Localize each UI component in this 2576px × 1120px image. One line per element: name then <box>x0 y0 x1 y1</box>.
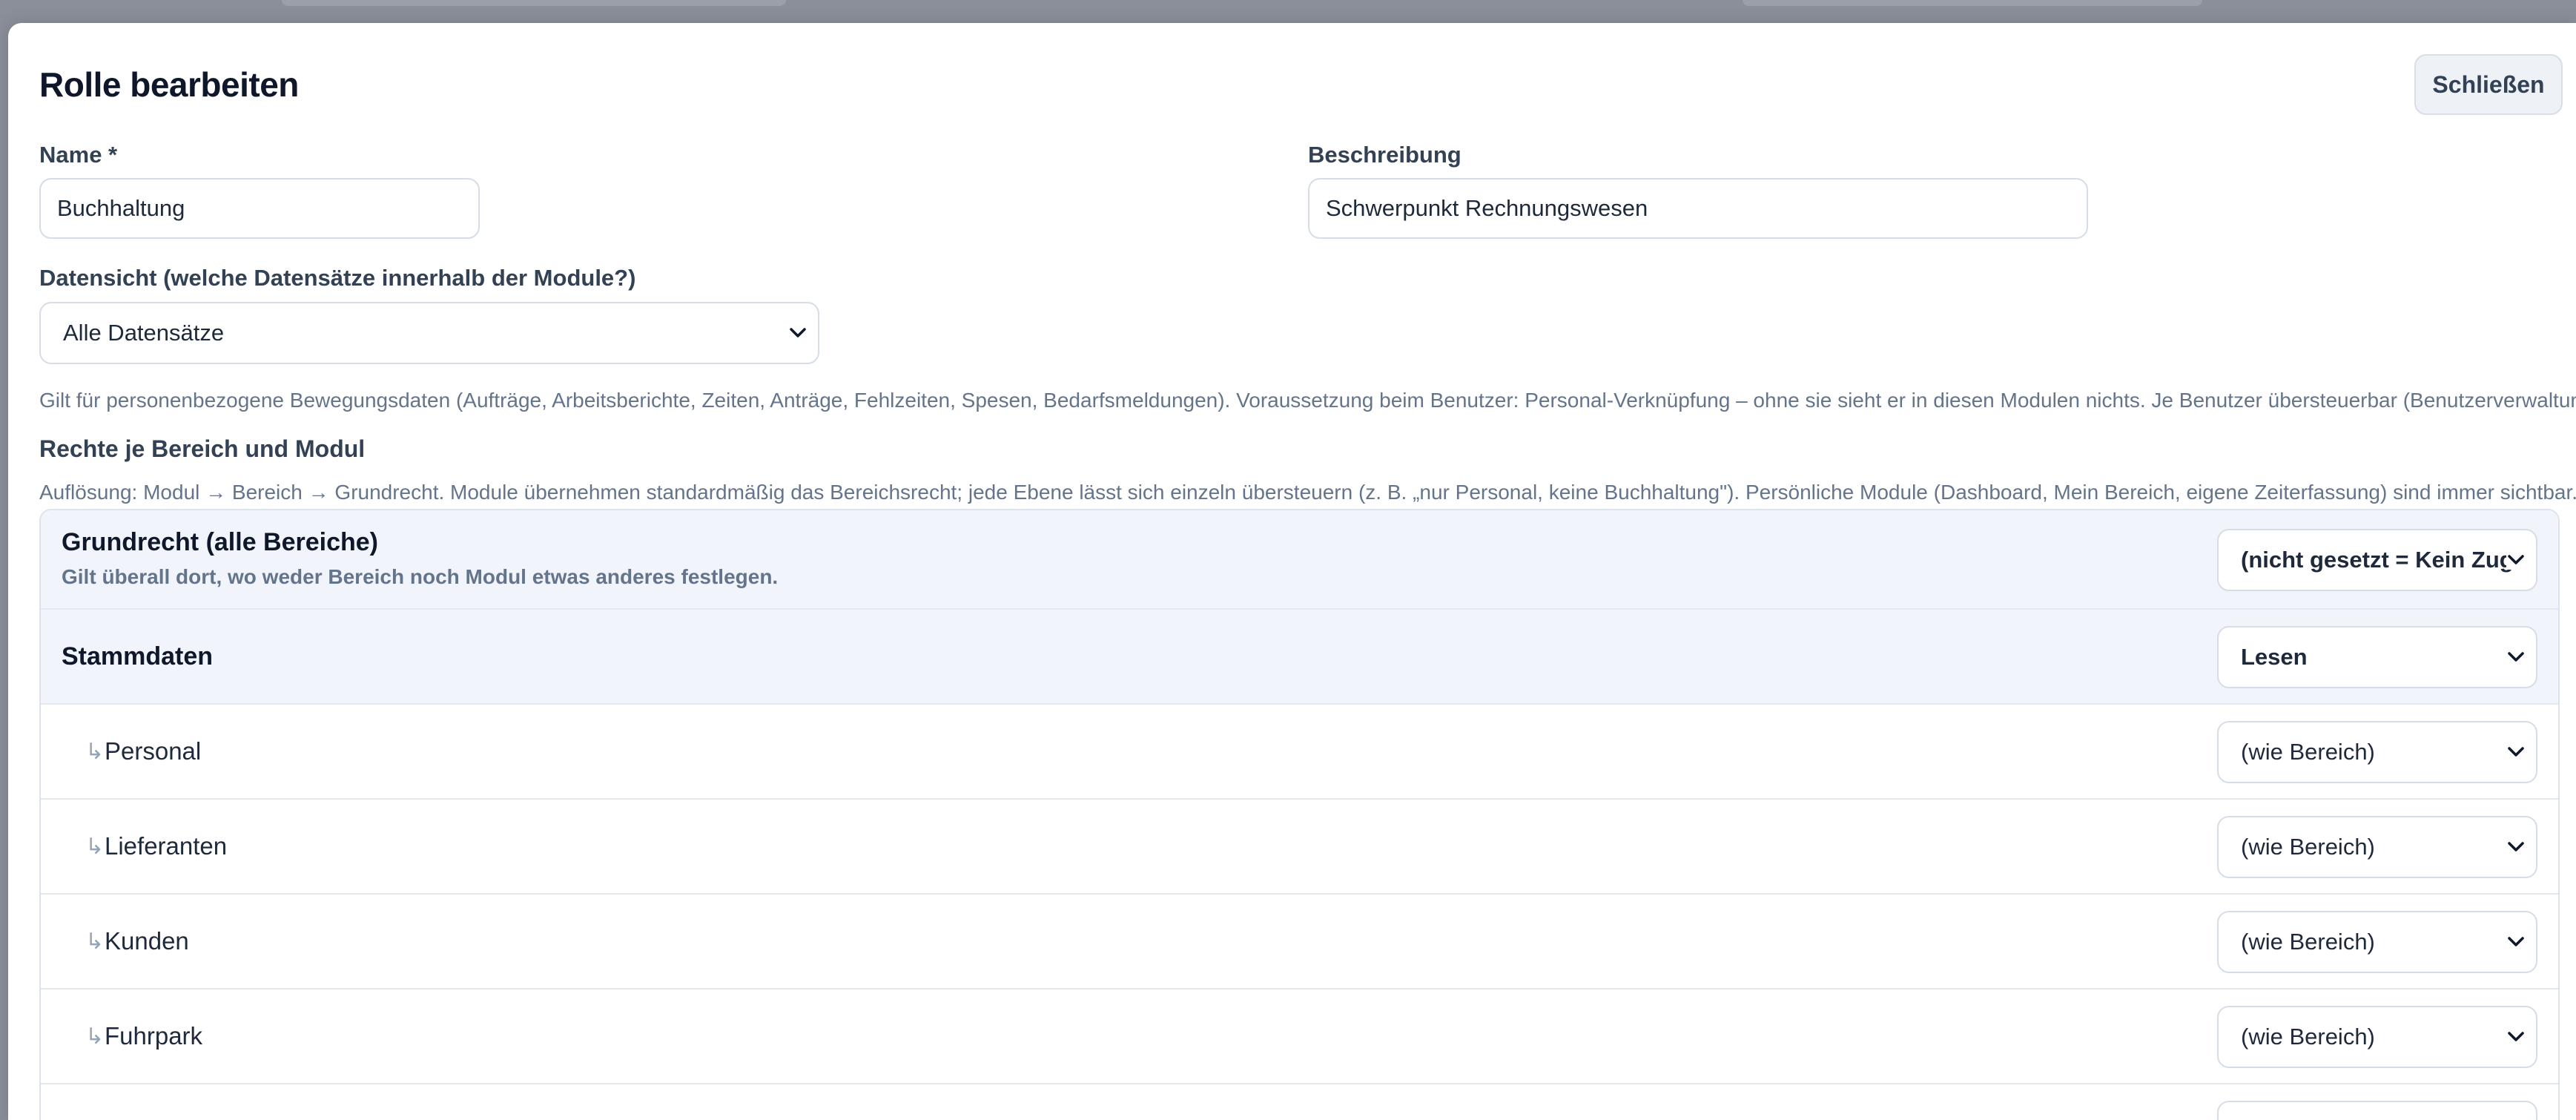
chevron-down-icon <box>2506 742 2526 762</box>
sub-item-arrow-icon: ↳ <box>85 739 105 764</box>
data-view-label: Datensicht (welche Datensätze innerhalb … <box>39 265 636 291</box>
module-permission-value: (wie Bereich) <box>2241 834 2375 860</box>
area-title: Stammdaten <box>62 642 214 671</box>
base-permission-subtitle: Gilt überall dort, wo weder Bereich noch… <box>62 565 779 588</box>
description-input[interactable] <box>1308 178 2088 239</box>
backdrop-element <box>1743 0 2202 6</box>
area-permission-value: Lesen <box>2241 644 2308 670</box>
data-view-select[interactable]: Alle Datensätze <box>39 302 819 364</box>
module-permission-select[interactable]: (wie Bereich) <box>2217 816 2537 878</box>
area-row-stammdaten: Stammdaten Lesen <box>41 610 2558 705</box>
description-label: Beschreibung <box>1308 142 1462 168</box>
module-row-lieferanten: ↳ Lieferanten (wie Bereich) <box>41 800 2558 895</box>
chevron-down-icon <box>2506 932 2526 952</box>
close-button[interactable]: Schließen <box>2414 54 2563 115</box>
permissions-hint: Auflösung: Modul → Bereich → Grundrecht.… <box>39 481 2576 504</box>
base-permission-value: (nicht gesetzt = Kein Zugriff) <box>2241 547 2514 573</box>
chevron-down-icon <box>788 323 808 343</box>
base-permission-title: Grundrecht (alle Bereiche) <box>62 528 379 556</box>
module-permission-value: (wie Bereich) <box>2241 1024 2375 1050</box>
data-view-value: Alle Datensätze <box>63 320 225 346</box>
module-permission-select[interactable] <box>2217 1101 2537 1120</box>
dialog-title: Rolle bearbeiten <box>39 65 299 104</box>
base-permission-select[interactable]: (nicht gesetzt = Kein Zugriff) <box>2217 529 2537 591</box>
area-permission-select[interactable]: Lesen <box>2217 626 2537 688</box>
permissions-section-title: Rechte je Bereich und Modul <box>39 435 366 462</box>
chevron-down-icon <box>2506 550 2526 570</box>
name-input[interactable] <box>39 178 480 239</box>
module-permission-select[interactable]: (wie Bereich) <box>2217 721 2537 783</box>
chevron-down-icon <box>2506 837 2526 857</box>
chevron-down-icon <box>2506 1027 2526 1047</box>
module-label: Lieferanten <box>105 832 228 860</box>
sub-item-arrow-icon: ↳ <box>85 929 105 954</box>
permissions-table: Grundrecht (alle Bereiche) Gilt überall … <box>39 509 2560 1120</box>
module-row-partial <box>41 1084 2558 1120</box>
module-row-fuhrpark: ↳ Fuhrpark (wie Bereich) <box>41 989 2558 1084</box>
sub-item-arrow-icon: ↳ <box>85 1024 105 1049</box>
edit-role-dialog: Rolle bearbeiten Schließen Name * Beschr… <box>8 23 2576 1120</box>
module-row-personal: ↳ Personal (wie Bereich) <box>41 705 2558 800</box>
module-label: Kunden <box>105 927 189 955</box>
base-permission-row: Grundrecht (alle Bereiche) Gilt überall … <box>41 510 2558 610</box>
module-label: Personal <box>105 737 202 765</box>
name-label: Name * <box>39 142 118 168</box>
backdrop-element <box>282 0 786 6</box>
module-permission-value: (wie Bereich) <box>2241 739 2375 765</box>
module-permission-value: (wie Bereich) <box>2241 929 2375 955</box>
module-permission-select[interactable]: (wie Bereich) <box>2217 1006 2537 1068</box>
module-label: Fuhrpark <box>105 1022 203 1050</box>
module-row-kunden: ↳ Kunden (wie Bereich) <box>41 895 2558 989</box>
module-permission-select[interactable]: (wie Bereich) <box>2217 911 2537 973</box>
chevron-down-icon <box>2506 648 2526 667</box>
data-view-hint: Gilt für personenbezogene Bewegungsdaten… <box>39 389 2576 412</box>
sub-item-arrow-icon: ↳ <box>85 834 105 859</box>
